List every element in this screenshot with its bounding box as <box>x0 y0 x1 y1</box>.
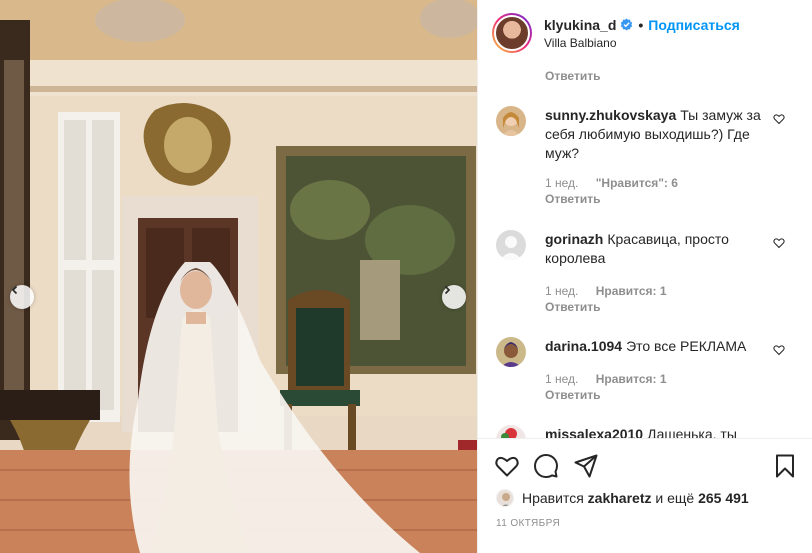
likes-count[interactable]: 265 491 <box>698 490 749 506</box>
chevron-left-icon <box>11 285 18 295</box>
comment-likes[interactable]: Нравится: 1 <box>596 284 667 298</box>
comment-like-heart-icon[interactable] <box>773 237 785 249</box>
carousel-next-button[interactable] <box>442 285 466 309</box>
commenter-avatar[interactable] <box>496 425 526 438</box>
follow-button[interactable]: Подписаться <box>648 17 740 33</box>
comment-text: Это все РЕКЛАМА <box>626 338 747 354</box>
commenter-username[interactable]: missalexa2010 <box>545 426 643 438</box>
reply-button[interactable]: Ответить <box>545 192 600 206</box>
commenter-username[interactable]: gorinazh <box>545 231 603 247</box>
bookmark-icon[interactable] <box>772 453 798 479</box>
comment-like-heart-icon[interactable] <box>773 113 785 125</box>
post-date[interactable]: 11 ОКТЯБРЯ <box>496 518 560 529</box>
comment-meta: 1 нед. Нравится: 1 <box>545 372 667 386</box>
share-icon[interactable] <box>573 453 599 479</box>
author-username[interactable]: klyukina_d <box>544 17 616 33</box>
verified-badge-icon <box>620 18 633 31</box>
comment-meta: 1 нед. Нравится: 1 <box>545 284 667 298</box>
commenter-avatar[interactable] <box>496 337 526 367</box>
post-actions: Нравится zakharetz и ещё 265 491 11 ОКТЯ… <box>478 438 812 553</box>
comment-text-block: gorinazh Красавица, просто королева <box>545 230 767 268</box>
commenter-avatar[interactable] <box>496 106 526 136</box>
comment-like-heart-icon[interactable] <box>773 344 785 356</box>
chevron-right-icon <box>444 285 451 295</box>
post-header: klyukina_d • Подписаться Villa Balbiano <box>478 0 812 66</box>
reply-button[interactable]: Ответить <box>545 388 600 402</box>
likes-prefix: Нравится <box>522 490 584 506</box>
wedding-photo-illustration <box>0 0 477 553</box>
heart-icon[interactable] <box>494 453 520 479</box>
carousel-prev-button[interactable] <box>10 285 34 309</box>
post-location[interactable]: Villa Balbiano <box>544 36 740 50</box>
post-photo[interactable] <box>0 0 477 553</box>
comment-time[interactable]: 1 нед. <box>545 372 578 386</box>
author-avatar[interactable] <box>492 13 532 53</box>
comment-likes[interactable]: "Нравится": 6 <box>596 176 678 190</box>
comment-likes[interactable]: Нравится: 1 <box>596 372 667 386</box>
reply-button[interactable]: Ответить <box>545 69 600 83</box>
liker-username[interactable]: zakharetz <box>588 490 652 506</box>
reply-button[interactable]: Ответить <box>545 300 600 314</box>
separator-dot: • <box>638 16 644 33</box>
comment-time[interactable]: 1 нед. <box>545 284 578 298</box>
commenter-username[interactable]: sunny.zhukovskaya <box>545 107 676 123</box>
commenter-username[interactable]: darina.1094 <box>545 338 622 354</box>
comment-text-block: darina.1094 Это все РЕКЛАМА <box>545 337 767 356</box>
likes-summary[interactable]: Нравится zakharetz и ещё 265 491 <box>496 489 749 507</box>
comments-list[interactable]: Ответить sunny.zhukovskaya Ты замуж за се… <box>478 66 812 438</box>
post-side-panel: klyukina_d • Подписаться Villa Balbiano … <box>477 0 812 553</box>
liker-avatar[interactable] <box>496 489 514 507</box>
commenter-avatar[interactable] <box>496 230 526 260</box>
comment-text: Дашенька, ты <box>647 426 737 438</box>
comment-icon[interactable] <box>533 453 559 479</box>
comment-time[interactable]: 1 нед. <box>545 176 578 190</box>
comment-meta: 1 нед. "Нравится": 6 <box>545 176 678 190</box>
likes-middle: и ещё <box>655 490 695 506</box>
comment-text-block: sunny.zhukovskaya Ты замуж за себя любиму… <box>545 106 767 163</box>
comment-text-block: missalexa2010 Дашенька, ты <box>545 425 767 438</box>
